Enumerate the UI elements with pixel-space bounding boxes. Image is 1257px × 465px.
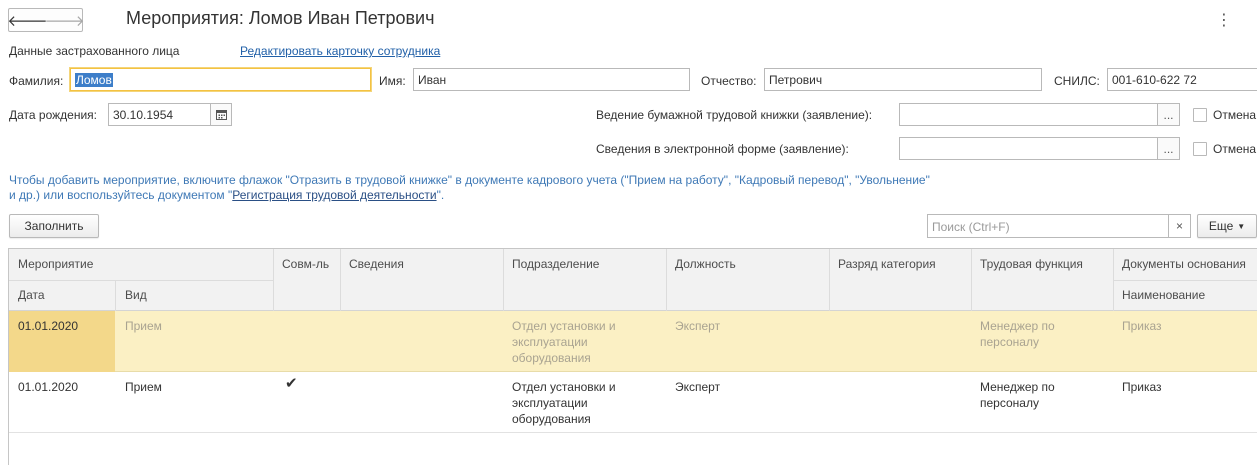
electronic-cancel-label: Отмена <box>1213 142 1257 156</box>
header-basis-docs[interactable]: Документы основания <box>1122 257 1246 271</box>
row-function: Менеджер по персоналу <box>980 379 1055 411</box>
arrow-left-icon: 🡐 <box>7 12 48 30</box>
row-basis-name: Приказ <box>1122 380 1162 394</box>
row-department: Отдел установки и эксплуатации оборудова… <box>512 379 616 427</box>
calendar-icon <box>215 110 227 120</box>
row-department-line: эксплуатации <box>512 335 588 349</box>
row-function: Менеджер по персоналу <box>980 318 1055 350</box>
info-line-1: Чтобы добавить мероприятие, включите фла… <box>9 173 930 187</box>
row-date: 01.01.2020 <box>18 380 79 394</box>
paper-book-cancel-checkbox[interactable] <box>1193 108 1207 122</box>
check-icon: ✔ <box>285 375 298 392</box>
first-name-field[interactable]: Иван <box>413 68 690 91</box>
first-name-value: Иван <box>418 73 447 87</box>
info-line-2-prefix: и др.) или воспользуйтесь документом " <box>9 188 233 202</box>
electronic-label: Сведения в электронной форме (заявление)… <box>596 142 849 156</box>
last-name-value: Ломов <box>75 73 113 87</box>
birth-date-label: Дата рождения: <box>9 108 97 122</box>
registration-document-link[interactable]: Регистрация трудовой деятельности <box>232 188 436 202</box>
header-divider <box>9 280 273 281</box>
row-function-line: персоналу <box>980 396 1039 410</box>
more-button-label: Еще <box>1208 219 1234 233</box>
info-line-2: и др.) или воспользуйтесь документом "Ре… <box>9 188 1109 203</box>
electronic-field[interactable] <box>899 137 1158 160</box>
middle-name-label: Отчество: <box>701 74 757 88</box>
row-department-line: Отдел установки и <box>512 319 616 333</box>
first-name-label: Имя: <box>379 74 406 88</box>
electronic-cancel-checkbox[interactable] <box>1193 142 1207 156</box>
snils-value: 001-610-622 72 <box>1112 73 1197 87</box>
back-button[interactable]: 🡐 <box>7 9 48 31</box>
row-department-line: оборудования <box>512 412 591 426</box>
electronic-picker-button[interactable]: ... <box>1158 137 1180 160</box>
table-row[interactable]: 01.01.2020 Прием Отдел установки и экспл… <box>9 311 1257 372</box>
info-line-2-suffix: ". <box>436 188 445 202</box>
last-name-field[interactable]: Ломов <box>70 68 371 91</box>
row-function-line: Менеджер по <box>980 380 1055 394</box>
middle-name-field[interactable]: Петрович <box>764 68 1042 91</box>
header-grade[interactable]: Разряд категория <box>838 257 936 271</box>
row-department: Отдел установки и эксплуатации оборудова… <box>512 318 616 366</box>
navigation-buttons: 🡐 🡒 <box>7 8 85 32</box>
insured-section-label: Данные застрахованного лица <box>9 44 180 58</box>
table-row[interactable]: 01.01.2020 Прием ✔ Отдел установки и экс… <box>9 372 1257 433</box>
header-basis-name[interactable]: Наименование <box>1122 288 1205 302</box>
close-icon: × <box>1175 219 1183 233</box>
edit-employee-card-link[interactable]: Редактировать карточку сотрудника <box>240 44 440 58</box>
middle-name-value: Петрович <box>769 73 823 87</box>
row-kind: Прием <box>125 380 162 394</box>
row-basis-name: Приказ <box>1122 319 1162 333</box>
snils-label: СНИЛС: <box>1054 74 1100 88</box>
row-position: Эксперт <box>675 380 721 394</box>
birth-date-field[interactable]: 30.10.1954 <box>108 103 211 126</box>
paper-book-cancel-label: Отмена <box>1213 108 1257 122</box>
chevron-down-icon: ▼ <box>1237 221 1246 231</box>
row-kind: Прием <box>125 319 162 333</box>
forward-button[interactable]: 🡒 <box>44 9 85 31</box>
header-divider <box>1113 280 1257 281</box>
events-table[interactable]: Мероприятие Дата Вид Совм-ль Сведения По… <box>8 248 1257 465</box>
birth-date-value: 30.10.1954 <box>113 108 174 122</box>
more-button[interactable]: Еще ▼ <box>1197 214 1257 238</box>
header-kind[interactable]: Вид <box>125 288 147 302</box>
header-date[interactable]: Дата <box>18 288 45 302</box>
clear-search-button[interactable]: × <box>1168 215 1190 237</box>
fill-button[interactable]: Заполнить <box>9 214 99 238</box>
search-box: Поиск (Ctrl+F) × <box>927 214 1191 238</box>
row-function-line: персоналу <box>980 335 1039 349</box>
header-col-divider <box>115 280 116 311</box>
paper-book-field[interactable] <box>899 103 1158 126</box>
row-position: Эксперт <box>675 319 721 333</box>
selected-cell-date: 01.01.2020 <box>18 319 79 333</box>
row-department-line: эксплуатации <box>512 396 588 410</box>
header-combined[interactable]: Совм-ль <box>282 257 329 271</box>
header-function[interactable]: Трудовая функция <box>980 257 1083 271</box>
table-header: Мероприятие Дата Вид Совм-ль Сведения По… <box>9 249 1257 311</box>
header-info[interactable]: Сведения <box>349 257 404 271</box>
search-input[interactable]: Поиск (Ctrl+F) <box>928 215 1168 237</box>
header-event[interactable]: Мероприятие <box>18 257 93 271</box>
page-title: Мероприятия: Ломов Иван Петрович <box>126 8 435 28</box>
header-position[interactable]: Должность <box>675 257 736 271</box>
last-name-label: Фамилия: <box>9 74 64 88</box>
arrow-right-icon: 🡒 <box>44 12 85 30</box>
header-department[interactable]: Подразделение <box>512 257 599 271</box>
paper-book-label: Ведение бумажной трудовой книжки (заявле… <box>596 108 873 122</box>
snils-field[interactable]: 001-610-622 72 <box>1107 68 1257 91</box>
row-function-line: Менеджер по <box>980 319 1055 333</box>
info-hint: Чтобы добавить мероприятие, включите фла… <box>9 173 1109 203</box>
row-department-line: Отдел установки и <box>512 380 616 394</box>
more-actions-icon[interactable]: ⋮ <box>1216 10 1232 30</box>
calendar-button[interactable] <box>210 103 232 126</box>
paper-book-picker-button[interactable]: ... <box>1158 103 1180 126</box>
row-department-line: оборудования <box>512 351 591 365</box>
